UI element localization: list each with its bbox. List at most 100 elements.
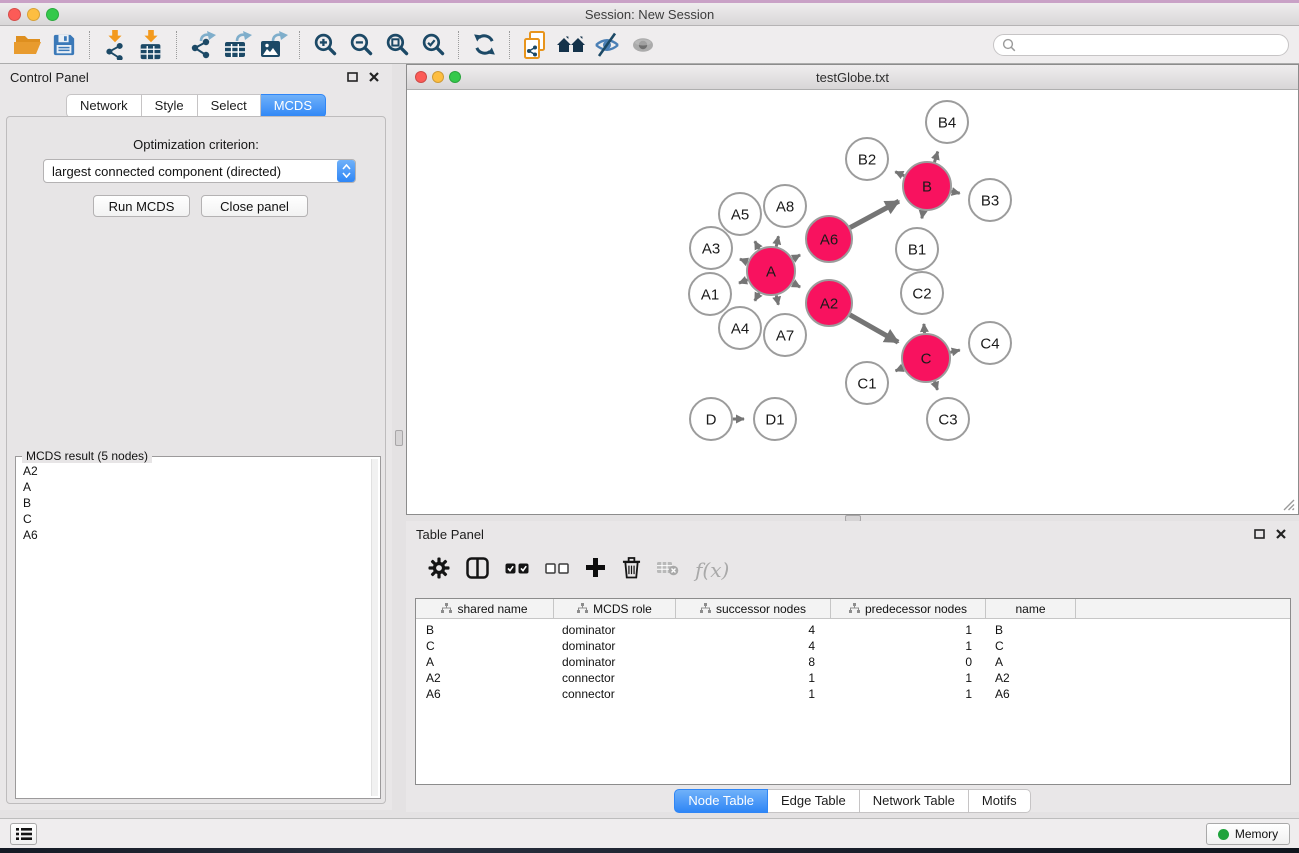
float-panel-button[interactable] [344,70,360,84]
graph-edge[interactable] [934,382,937,390]
export-image-button[interactable] [256,29,292,61]
column-header[interactable]: predecessor nodes [831,599,986,618]
column-header[interactable]: MCDS role [554,599,676,618]
table-toolbar: f(x) [414,549,1291,591]
tab-network[interactable]: Network [66,94,142,118]
table-row[interactable]: Bdominator41B [416,622,1290,638]
memory-label: Memory [1235,827,1278,841]
close-panel-button[interactable] [1273,527,1289,541]
zoom-out-button[interactable] [343,29,379,61]
split-pane-grip[interactable] [395,430,403,446]
home-button[interactable] [553,29,589,61]
task-history-button[interactable] [10,823,37,845]
export-network-button[interactable] [184,29,220,61]
table-row[interactable]: Adominator80A [416,654,1290,670]
home-icon [556,33,586,57]
import-table-button[interactable] [133,29,169,61]
search-input[interactable] [1016,38,1280,52]
graph-edge[interactable] [776,236,778,246]
close-panel-action-button[interactable]: Close panel [201,195,308,217]
close-panel-button[interactable] [366,70,382,84]
attribute-icon [849,603,860,614]
graph-edge[interactable] [922,211,923,219]
open-session-button[interactable] [10,29,46,61]
eye-icon [630,32,656,58]
tab-mcds[interactable]: MCDS [261,94,326,118]
list-item[interactable]: A [23,479,370,495]
table-settings-button[interactable] [428,557,450,584]
graph-edge[interactable] [740,259,748,262]
export-table-button[interactable] [220,29,256,61]
desktop-wallpaper-strip [0,848,1299,853]
memory-button[interactable]: Memory [1206,823,1290,845]
graph-edge[interactable] [951,191,959,193]
table-row[interactable]: A2connector11A2 [416,670,1290,686]
column-header[interactable]: shared name [416,599,554,618]
tab-select[interactable]: Select [198,94,261,118]
graph-node-label: D [706,411,717,428]
tab-motifs[interactable]: Motifs [969,789,1031,813]
tab-node-table[interactable]: Node Table [674,789,768,813]
tab-edge-table[interactable]: Edge Table [768,789,860,813]
graph-edge[interactable] [896,368,903,371]
run-mcds-button[interactable]: Run MCDS [93,195,190,217]
graph-edge[interactable] [950,350,959,352]
graph-edge[interactable] [739,280,748,283]
refresh-view-button[interactable] [466,29,502,61]
scrollbar[interactable] [371,459,378,796]
graph-edge[interactable] [924,324,925,333]
graph-edge[interactable] [934,152,937,163]
graph-edge[interactable] [895,172,904,176]
list-item[interactable]: A6 [23,527,370,543]
zoom-selected-button[interactable] [415,29,451,61]
graph-node-label: A [766,263,776,280]
delete-column-button[interactable] [622,556,641,584]
graph-edge[interactable] [755,241,759,249]
column-header[interactable]: successor nodes [676,599,831,618]
graph-edge[interactable] [755,293,759,301]
graph-node-label: A3 [702,240,720,257]
refresh-icon [472,32,497,57]
search-box[interactable] [993,34,1289,56]
graph-node-label: C4 [980,335,999,352]
select-all-button[interactable] [505,561,529,579]
tab-style[interactable]: Style [142,94,198,118]
list-item[interactable]: C [23,511,370,527]
delete-table-button[interactable] [657,560,679,581]
unselect-all-button[interactable] [545,561,569,579]
zoom-in-button[interactable] [307,29,343,61]
function-builder-button[interactable]: f(x) [695,558,729,582]
graph-edge[interactable] [793,255,800,259]
column-header[interactable]: name [986,599,1076,618]
graph-node-label: A2 [820,295,838,312]
graph-node-label: B [922,178,932,195]
list-item[interactable]: A2 [23,463,370,479]
float-panel-button[interactable] [1251,527,1267,541]
toolbar-separator [176,31,177,59]
zoom-fit-button[interactable] [379,29,415,61]
export-image-icon [260,31,288,59]
add-column-button[interactable] [585,557,606,583]
network-window-titlebar[interactable]: testGlobe.txt [407,65,1298,90]
resize-grip-icon[interactable] [1281,497,1295,511]
table-row[interactable]: Cdominator41C [416,638,1290,654]
mcds-result-box: MCDS result (5 nodes) A2 A B C A6 [15,456,381,799]
new-network-from-selection-button[interactable] [517,29,553,61]
graph-edge[interactable] [850,201,899,227]
import-network-button[interactable] [97,29,133,61]
graph-edge[interactable] [850,315,898,342]
save-session-button[interactable] [46,29,82,61]
open-folder-icon [13,33,43,57]
list-item[interactable]: B [23,495,370,511]
show-columns-button[interactable] [466,557,489,584]
tab-network-table[interactable]: Network Table [860,789,969,813]
table-row[interactable]: A6connector11A6 [416,686,1290,702]
network-graph[interactable]: AA6A2BCA1A3A4A5A7A8B1B2B3B4C1C2C3C4DD1 [407,90,1298,514]
graph-edge[interactable] [793,283,800,287]
graph-edge[interactable] [776,295,778,304]
show-details-button[interactable] [625,29,661,61]
criterion-select[interactable]: largest connected component (directed) [43,159,356,183]
hide-details-button[interactable] [589,29,625,61]
network-canvas[interactable]: AA6A2BCA1A3A4A5A7A8B1B2B3B4C1C2C3C4DD1 [407,90,1298,514]
mcds-result-list[interactable]: A2 A B C A6 [18,459,370,796]
